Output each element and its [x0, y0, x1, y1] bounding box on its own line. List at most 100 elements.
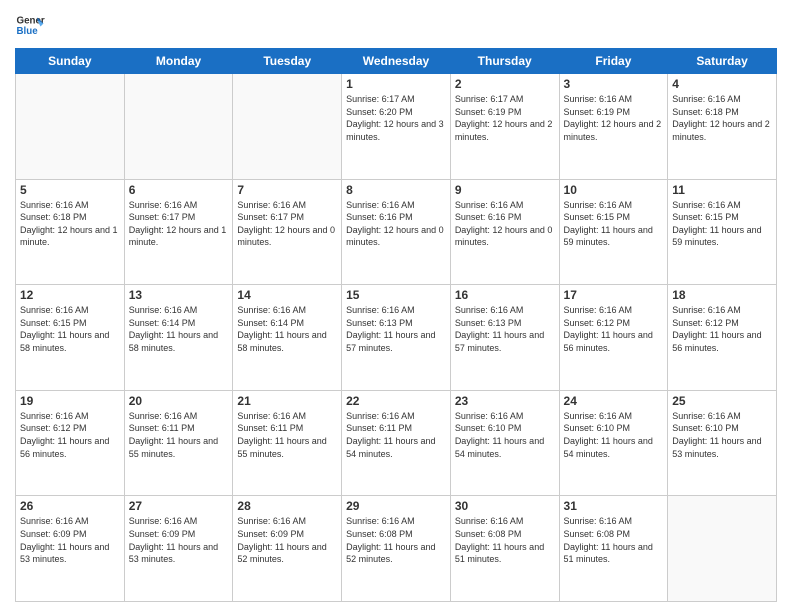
- weekday-header-saturday: Saturday: [668, 49, 777, 74]
- day-number: 22: [346, 394, 446, 408]
- day-number: 21: [237, 394, 337, 408]
- day-info: Sunrise: 6:17 AM Sunset: 6:20 PM Dayligh…: [346, 93, 446, 143]
- week-row-1: 5Sunrise: 6:16 AM Sunset: 6:18 PM Daylig…: [16, 179, 777, 285]
- day-cell: 3Sunrise: 6:16 AM Sunset: 6:19 PM Daylig…: [559, 74, 668, 180]
- logo: General Blue: [15, 10, 45, 40]
- day-cell: 7Sunrise: 6:16 AM Sunset: 6:17 PM Daylig…: [233, 179, 342, 285]
- day-number: 25: [672, 394, 772, 408]
- day-number: 14: [237, 288, 337, 302]
- day-number: 6: [129, 183, 229, 197]
- day-info: Sunrise: 6:16 AM Sunset: 6:15 PM Dayligh…: [672, 199, 772, 249]
- day-cell: 12 Sunrise: 6:16 AM Sunset: 6:15 PM Dayli…: [16, 285, 125, 391]
- page: General Blue SundayMondayTuesdayWednesda…: [0, 0, 792, 612]
- day-cell: 23 Sunrise: 6:16 AM Sunset: 6:10 PM Dayli…: [450, 390, 559, 496]
- weekday-header-monday: Monday: [124, 49, 233, 74]
- day-number: 8: [346, 183, 446, 197]
- day-number: 13: [129, 288, 229, 302]
- day-cell: 27 Sunrise: 6:16 AM Sunset: 6:09 PM Dayli…: [124, 496, 233, 602]
- day-number: 24: [564, 394, 664, 408]
- day-cell: 19 Sunrise: 6:16 AM Sunset: 6:12 PM Dayli…: [16, 390, 125, 496]
- day-cell: 1Sunrise: 6:17 AM Sunset: 6:20 PM Daylig…: [342, 74, 451, 180]
- day-number: 12: [20, 288, 120, 302]
- day-number: 27: [129, 499, 229, 513]
- day-number: 17: [564, 288, 664, 302]
- weekday-header-row: SundayMondayTuesdayWednesdayThursdayFrid…: [16, 49, 777, 74]
- day-info: Sunrise: 6:16 AM Sunset: 6:14 PM Dayligh…: [129, 304, 229, 354]
- day-info: Sunrise: 6:16 AM Sunset: 6:12 PM Dayligh…: [672, 304, 772, 354]
- day-number: 11: [672, 183, 772, 197]
- day-number: 9: [455, 183, 555, 197]
- day-info: Sunrise: 6:16 AM Sunset: 6:10 PM Dayligh…: [455, 410, 555, 460]
- day-cell: 5Sunrise: 6:16 AM Sunset: 6:18 PM Daylig…: [16, 179, 125, 285]
- day-info: Sunrise: 6:16 AM Sunset: 6:15 PM Dayligh…: [20, 304, 120, 354]
- week-row-0: 1Sunrise: 6:17 AM Sunset: 6:20 PM Daylig…: [16, 74, 777, 180]
- day-info: Sunrise: 6:16 AM Sunset: 6:11 PM Dayligh…: [237, 410, 337, 460]
- day-cell: 2 Sunrise: 6:17 AM Sunset: 6:19 PM Daylig…: [450, 74, 559, 180]
- day-info: Sunrise: 6:16 AM Sunset: 6:10 PM Dayligh…: [672, 410, 772, 460]
- weekday-header-friday: Friday: [559, 49, 668, 74]
- day-cell: 9Sunrise: 6:16 AM Sunset: 6:16 PM Daylig…: [450, 179, 559, 285]
- day-info: Sunrise: 6:16 AM Sunset: 6:09 PM Dayligh…: [237, 515, 337, 565]
- day-cell: 24Sunrise: 6:16 AM Sunset: 6:10 PM Dayli…: [559, 390, 668, 496]
- calendar-table: SundayMondayTuesdayWednesdayThursdayFrid…: [15, 48, 777, 602]
- day-number: 28: [237, 499, 337, 513]
- header: General Blue: [15, 10, 777, 40]
- day-info: Sunrise: 6:16 AM Sunset: 6:14 PM Dayligh…: [237, 304, 337, 354]
- day-cell: [233, 74, 342, 180]
- day-info: Sunrise: 6:16 AM Sunset: 6:15 PM Dayligh…: [564, 199, 664, 249]
- day-info: Sunrise: 6:16 AM Sunset: 6:18 PM Dayligh…: [20, 199, 120, 249]
- day-info: Sunrise: 6:16 AM Sunset: 6:13 PM Dayligh…: [455, 304, 555, 354]
- day-info: Sunrise: 6:16 AM Sunset: 6:12 PM Dayligh…: [20, 410, 120, 460]
- day-cell: 26 Sunrise: 6:16 AM Sunset: 6:09 PM Dayli…: [16, 496, 125, 602]
- svg-text:Blue: Blue: [17, 26, 39, 37]
- day-cell: 18 Sunrise: 6:16 AM Sunset: 6:12 PM Dayli…: [668, 285, 777, 391]
- day-number: 18: [672, 288, 772, 302]
- day-number: 23: [455, 394, 555, 408]
- day-cell: 29Sunrise: 6:16 AM Sunset: 6:08 PM Dayli…: [342, 496, 451, 602]
- day-cell: 15 Sunrise: 6:16 AM Sunset: 6:13 PM Dayli…: [342, 285, 451, 391]
- day-cell: 10 Sunrise: 6:16 AM Sunset: 6:15 PM Dayli…: [559, 179, 668, 285]
- day-cell: 4Sunrise: 6:16 AM Sunset: 6:18 PM Daylig…: [668, 74, 777, 180]
- day-info: Sunrise: 6:17 AM Sunset: 6:19 PM Dayligh…: [455, 93, 555, 143]
- day-cell: 11 Sunrise: 6:16 AM Sunset: 6:15 PM Dayli…: [668, 179, 777, 285]
- day-number: 19: [20, 394, 120, 408]
- day-number: 26: [20, 499, 120, 513]
- day-info: Sunrise: 6:16 AM Sunset: 6:11 PM Dayligh…: [346, 410, 446, 460]
- day-info: Sunrise: 6:16 AM Sunset: 6:16 PM Dayligh…: [346, 199, 446, 249]
- day-cell: 14 Sunrise: 6:16 AM Sunset: 6:14 PM Dayli…: [233, 285, 342, 391]
- day-number: 31: [564, 499, 664, 513]
- day-info: Sunrise: 6:16 AM Sunset: 6:09 PM Dayligh…: [20, 515, 120, 565]
- logo-icon: General Blue: [15, 10, 45, 40]
- day-info: Sunrise: 6:16 AM Sunset: 6:09 PM Dayligh…: [129, 515, 229, 565]
- day-cell: 31Sunrise: 6:16 AM Sunset: 6:08 PM Dayli…: [559, 496, 668, 602]
- day-cell: 28 Sunrise: 6:16 AM Sunset: 6:09 PM Dayli…: [233, 496, 342, 602]
- day-number: 30: [455, 499, 555, 513]
- day-number: 16: [455, 288, 555, 302]
- day-info: Sunrise: 6:16 AM Sunset: 6:08 PM Dayligh…: [455, 515, 555, 565]
- day-number: 4: [672, 77, 772, 91]
- weekday-header-tuesday: Tuesday: [233, 49, 342, 74]
- day-cell: 6Sunrise: 6:16 AM Sunset: 6:17 PM Daylig…: [124, 179, 233, 285]
- day-info: Sunrise: 6:16 AM Sunset: 6:19 PM Dayligh…: [564, 93, 664, 143]
- day-cell: 25 Sunrise: 6:16 AM Sunset: 6:10 PM Dayli…: [668, 390, 777, 496]
- day-cell: 21 Sunrise: 6:16 AM Sunset: 6:11 PM Dayli…: [233, 390, 342, 496]
- day-number: 15: [346, 288, 446, 302]
- day-number: 2: [455, 77, 555, 91]
- day-cell: 20Sunrise: 6:16 AM Sunset: 6:11 PM Dayli…: [124, 390, 233, 496]
- day-cell: 30 Sunrise: 6:16 AM Sunset: 6:08 PM Dayli…: [450, 496, 559, 602]
- day-cell: [124, 74, 233, 180]
- weekday-header-sunday: Sunday: [16, 49, 125, 74]
- day-cell: 8 Sunrise: 6:16 AM Sunset: 6:16 PM Daylig…: [342, 179, 451, 285]
- week-row-2: 12 Sunrise: 6:16 AM Sunset: 6:15 PM Dayli…: [16, 285, 777, 391]
- day-number: 29: [346, 499, 446, 513]
- day-info: Sunrise: 6:16 AM Sunset: 6:13 PM Dayligh…: [346, 304, 446, 354]
- day-info: Sunrise: 6:16 AM Sunset: 6:12 PM Dayligh…: [564, 304, 664, 354]
- day-number: 10: [564, 183, 664, 197]
- day-cell: 17 Sunrise: 6:16 AM Sunset: 6:12 PM Dayli…: [559, 285, 668, 391]
- day-info: Sunrise: 6:16 AM Sunset: 6:17 PM Dayligh…: [237, 199, 337, 249]
- day-number: 20: [129, 394, 229, 408]
- week-row-3: 19 Sunrise: 6:16 AM Sunset: 6:12 PM Dayli…: [16, 390, 777, 496]
- day-cell: 16 Sunrise: 6:16 AM Sunset: 6:13 PM Dayli…: [450, 285, 559, 391]
- day-cell: [668, 496, 777, 602]
- day-cell: [16, 74, 125, 180]
